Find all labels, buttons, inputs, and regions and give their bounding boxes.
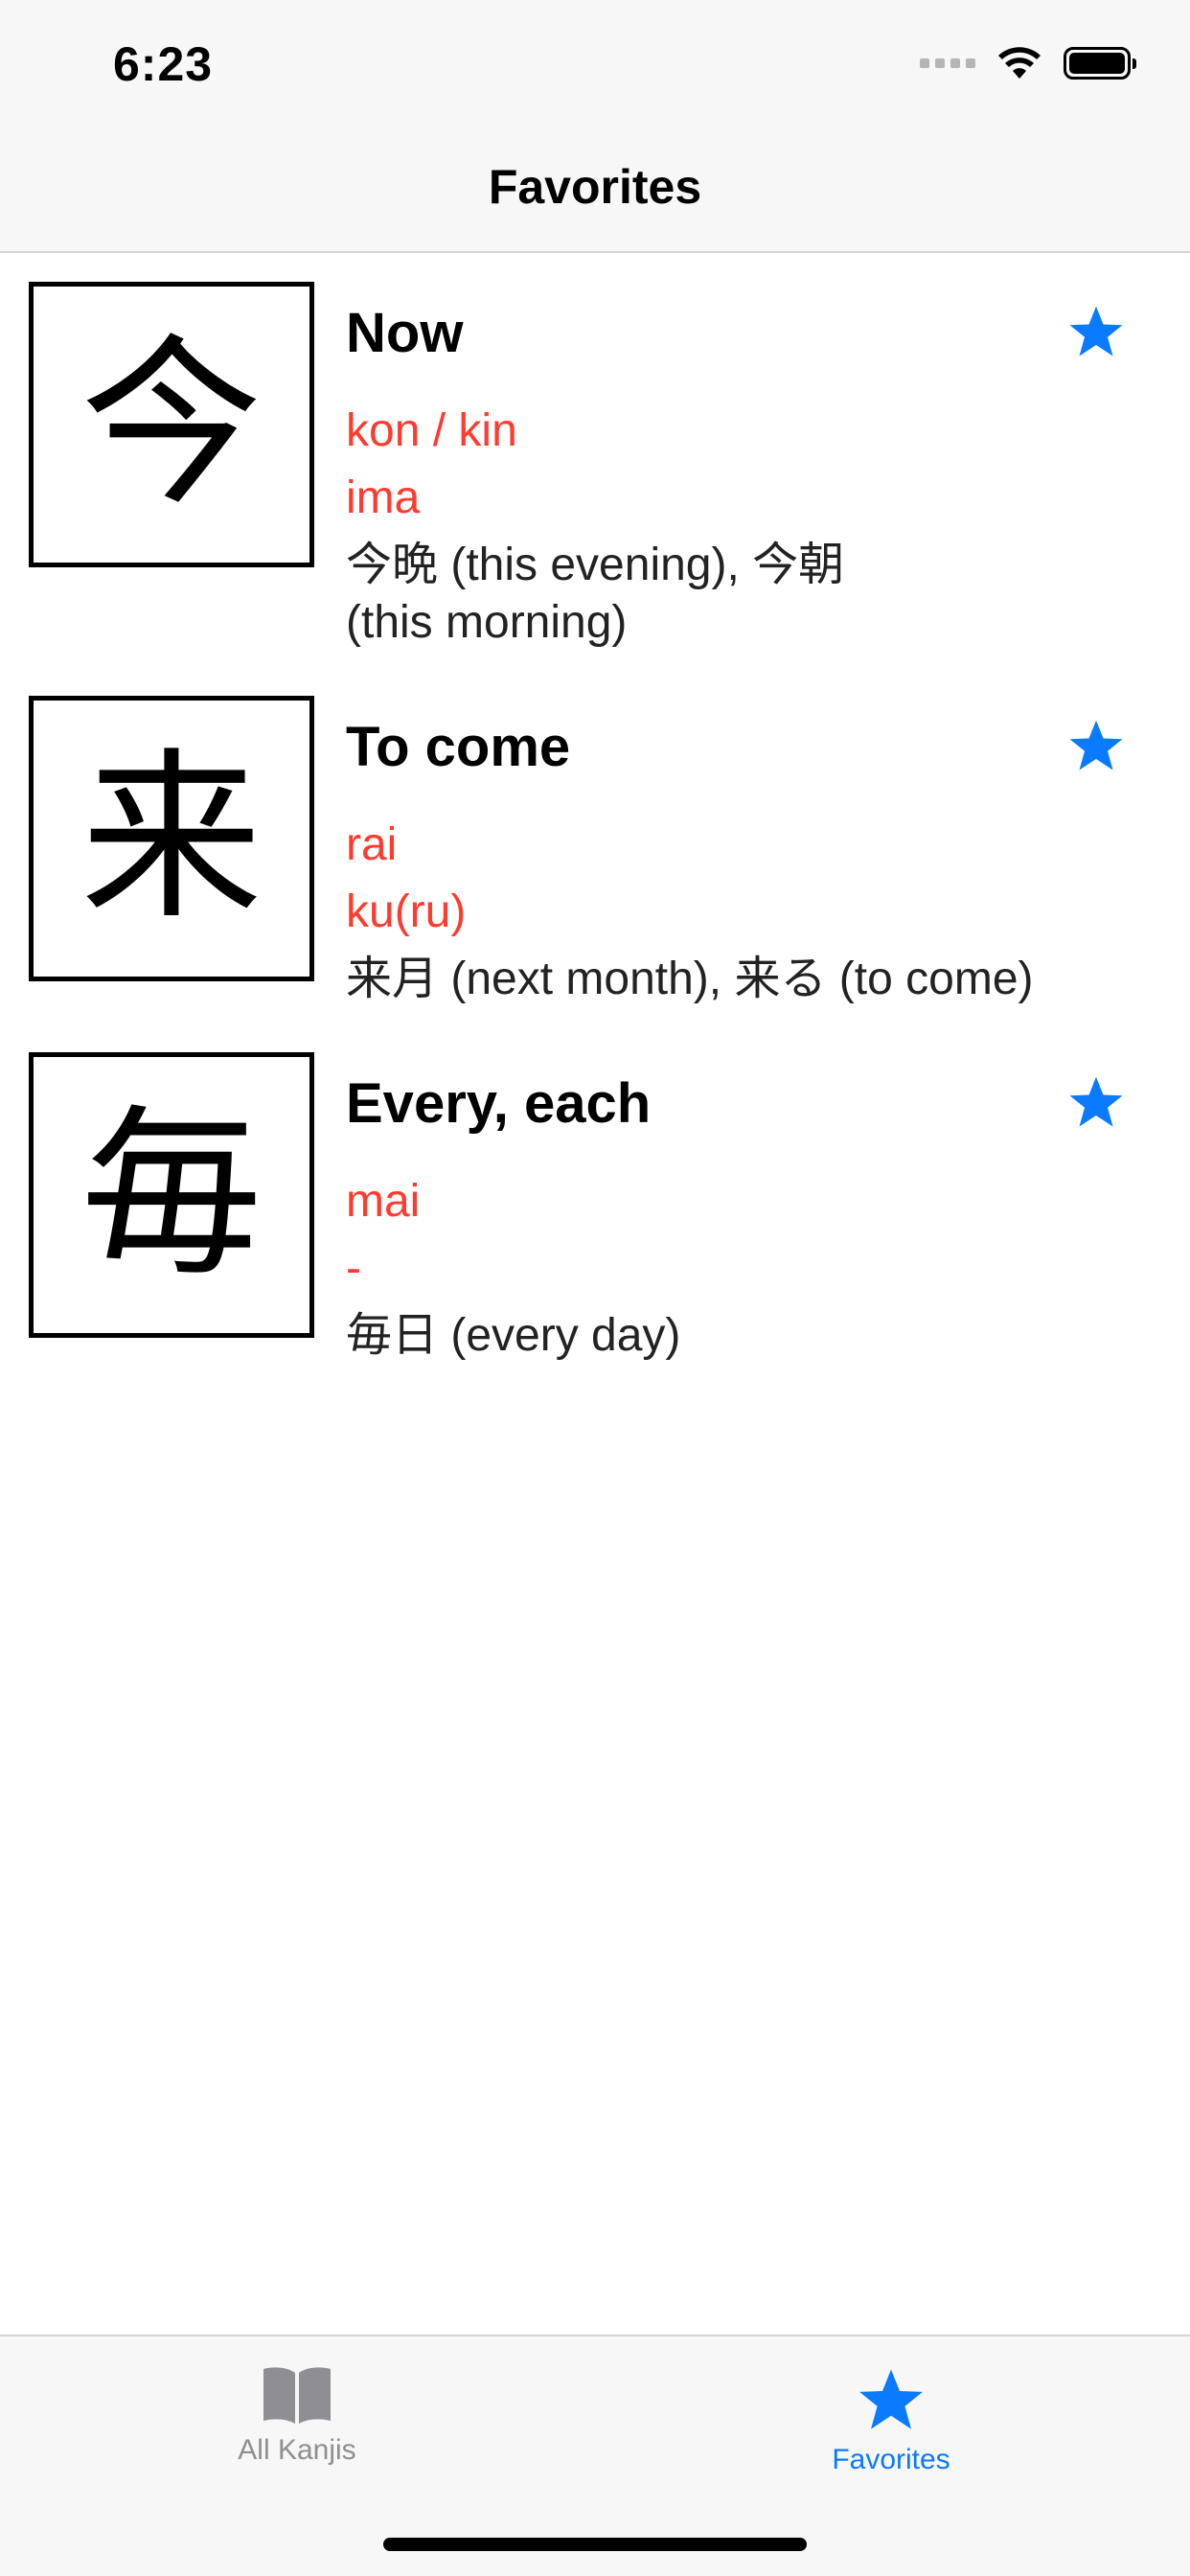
page-title: Favorites [488,160,702,214]
example-words: 毎日 (every day) [346,1310,681,1361]
on-reading: rai [346,819,398,870]
favorite-star-icon[interactable] [1067,1073,1125,1131]
on-reading: kon / kin [346,405,517,456]
list-item[interactable]: 毎 Every, each mai - 毎日 (every day) [0,1024,1190,1380]
kun-reading: - [346,1243,361,1294]
kanji-tile: 来 [29,696,314,981]
kanji-meaning: Every, each [346,1072,652,1135]
favorites-list: 今 Now kon / kin ima 今晩 (this evening), 今… [0,253,1190,1380]
example-words: 来月 (next month), 来る (to come) [346,954,1034,1004]
wifi-icon [998,47,1041,79]
kun-reading: ku(ru) [346,886,467,937]
status-icons [920,44,1136,82]
battery-icon [1064,47,1136,80]
book-icon [263,2367,331,2424]
navigation-bar: 6:23 Favorites [0,0,1190,253]
kanji-tile: 毎 [29,1052,314,1338]
kanji-tile: 今 [29,282,314,567]
favorite-star-icon[interactable] [1067,303,1125,360]
star-icon [859,2369,923,2429]
list-item[interactable]: 来 To come rai ku(ru) 来月 (next month), 来る… [0,667,1190,1024]
favorite-star-icon[interactable] [1067,717,1125,774]
kun-reading: ima [346,472,421,523]
status-time: 6:23 [113,37,214,91]
home-indicator[interactable] [383,2538,807,2551]
example-words: 今晩 (this evening), 今朝 (this morning) [346,540,845,648]
list-item[interactable]: 今 Now kon / kin ima 今晩 (this evening), 今… [0,253,1190,667]
kanji-meaning: To come [346,716,571,778]
tab-label: All Kanjis [238,2434,356,2466]
tab-label: Favorites [832,2444,950,2475]
tab-favorites[interactable]: Favorites [747,2365,1035,2476]
kanji-meaning: Now [346,302,464,364]
tab-all-kanjis[interactable]: All Kanjis [153,2365,441,2467]
cellular-signal-icon [920,58,975,68]
on-reading: mai [346,1176,421,1227]
